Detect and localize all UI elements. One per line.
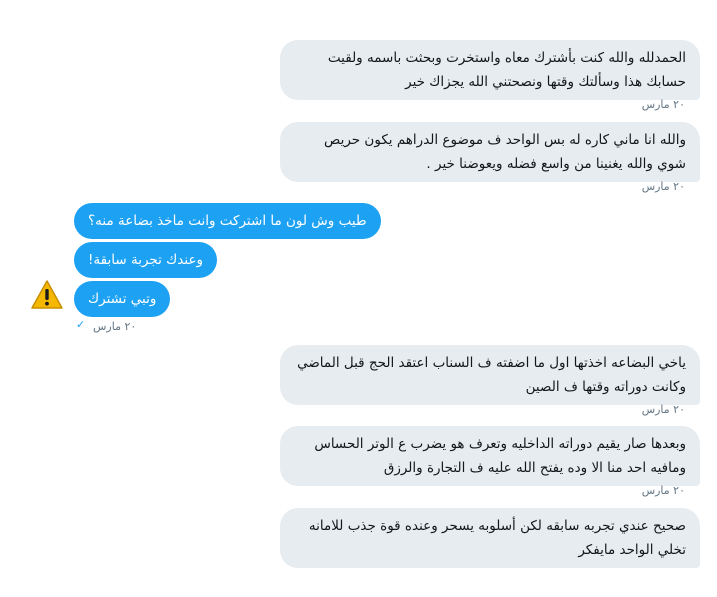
checkmark-icon: ✓ [76,318,86,331]
message-timestamp: ٢٠ مارس [641,403,685,416]
message-timestamp: ٢٠ مارس [641,98,685,111]
received-message-bubble[interactable]: والله انا ماني كاره له بس الواحد ف موضوع… [280,122,700,182]
message-timestamp: ٢٠ مارس [93,320,137,333]
received-message-bubble[interactable]: صحيح عندي تجربه سابقه لكن أسلوبه يسحر وع… [280,508,700,568]
warning-icon[interactable] [30,279,64,311]
received-message-bubble[interactable]: وبعدها صار يقيم دوراته الداخليه وتعرف هو… [280,426,700,486]
message-timestamp: ٢٠ مارس [641,484,685,497]
sent-message-bubble[interactable]: وعندك تجربة سابقة! [74,242,218,278]
message-timestamp: ٢٠ مارس [641,180,685,193]
sent-message-bubble[interactable]: طيب وش لون ما اشتركت وانت ماخذ بضاعة منه… [74,203,381,239]
received-message-bubble[interactable]: الحمدلله والله كنت بأشترك معاه واستخرت و… [280,40,700,100]
received-message-bubble[interactable]: ياخي البضاعه اخذتها اول ما اضفته ف السنا… [280,345,700,405]
sent-message-bubble[interactable]: وتبي تشترك [74,281,171,317]
